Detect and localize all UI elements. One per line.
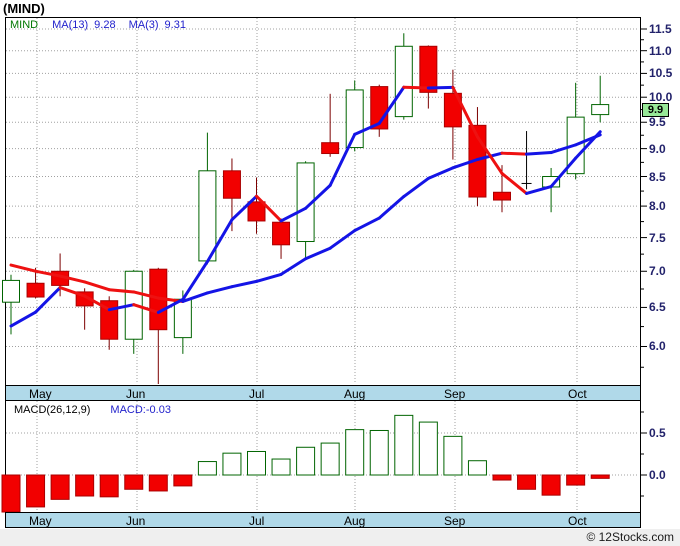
price-tick-label: 10.5	[649, 66, 673, 81]
month-axis-top: May Jun Jul Aug Sep Oct	[5, 385, 641, 401]
price-tick-label: 7.0	[649, 264, 666, 279]
legend-ma3-label: MA(3)	[128, 19, 159, 31]
month-label: Aug	[344, 387, 366, 401]
current-price-badge: 9.9	[642, 103, 669, 117]
legend-ma13-label: MA(13)	[52, 19, 89, 31]
price-tick-label: 8.5	[649, 169, 666, 184]
legend-ma3-value: 9.31	[164, 19, 186, 31]
month-label: May	[29, 514, 52, 528]
price-tick-label: 8.0	[649, 199, 666, 214]
macd-label: MACD(26,12,9)	[14, 404, 91, 416]
macd-value: MACD:-0.03	[110, 404, 171, 416]
month-label: Jun	[126, 387, 146, 401]
copyright-text: © 12Stocks.com	[586, 530, 674, 544]
month-label: Oct	[568, 514, 587, 528]
month-label: Jul	[249, 514, 265, 528]
macd-histogram	[1, 414, 610, 513]
month-label: Oct	[568, 387, 587, 401]
axis-ticks	[641, 28, 647, 497]
price-tick-label: 6.5	[649, 300, 666, 315]
month-axis-bottom: May Jun Jul Aug Sep Oct	[5, 512, 641, 528]
price-tick-label: 9.0	[649, 141, 666, 156]
legend-symbol: MIND	[10, 19, 39, 31]
month-label: Jun	[126, 514, 146, 528]
footer: © 12Stocks.com	[0, 529, 680, 546]
gridlines	[6, 18, 639, 512]
stock-chart-page: (MIND) MIND MA(13) 9.28 MA(3) 9.31 May Jun Jul…	[0, 0, 680, 546]
price-tick-label: 11.5	[649, 22, 672, 36]
macd-legend: MACD(26,12,9) MACD:-0.03	[14, 404, 171, 416]
ma3-line	[9, 85, 602, 328]
macd-tick-label: 0.0	[649, 468, 666, 482]
month-label: Sep	[444, 514, 466, 528]
month-label: May	[29, 387, 52, 401]
chart-canvas	[1, 18, 647, 513]
month-label: Jul	[249, 387, 265, 401]
month-label: Sep	[444, 387, 466, 401]
month-label: Aug	[344, 514, 366, 528]
price-tick-label: 11.0	[649, 43, 672, 58]
macd-tick-label: 0.5	[649, 426, 666, 440]
price-tick-label: 9.5	[649, 115, 666, 130]
price-tick-label: 7.5	[649, 230, 666, 245]
chart-legend: MIND MA(13) 9.28 MA(3) 9.31	[10, 19, 199, 31]
price-tick-label: 6.0	[649, 339, 666, 354]
legend-ma13-value: 9.28	[94, 19, 116, 31]
